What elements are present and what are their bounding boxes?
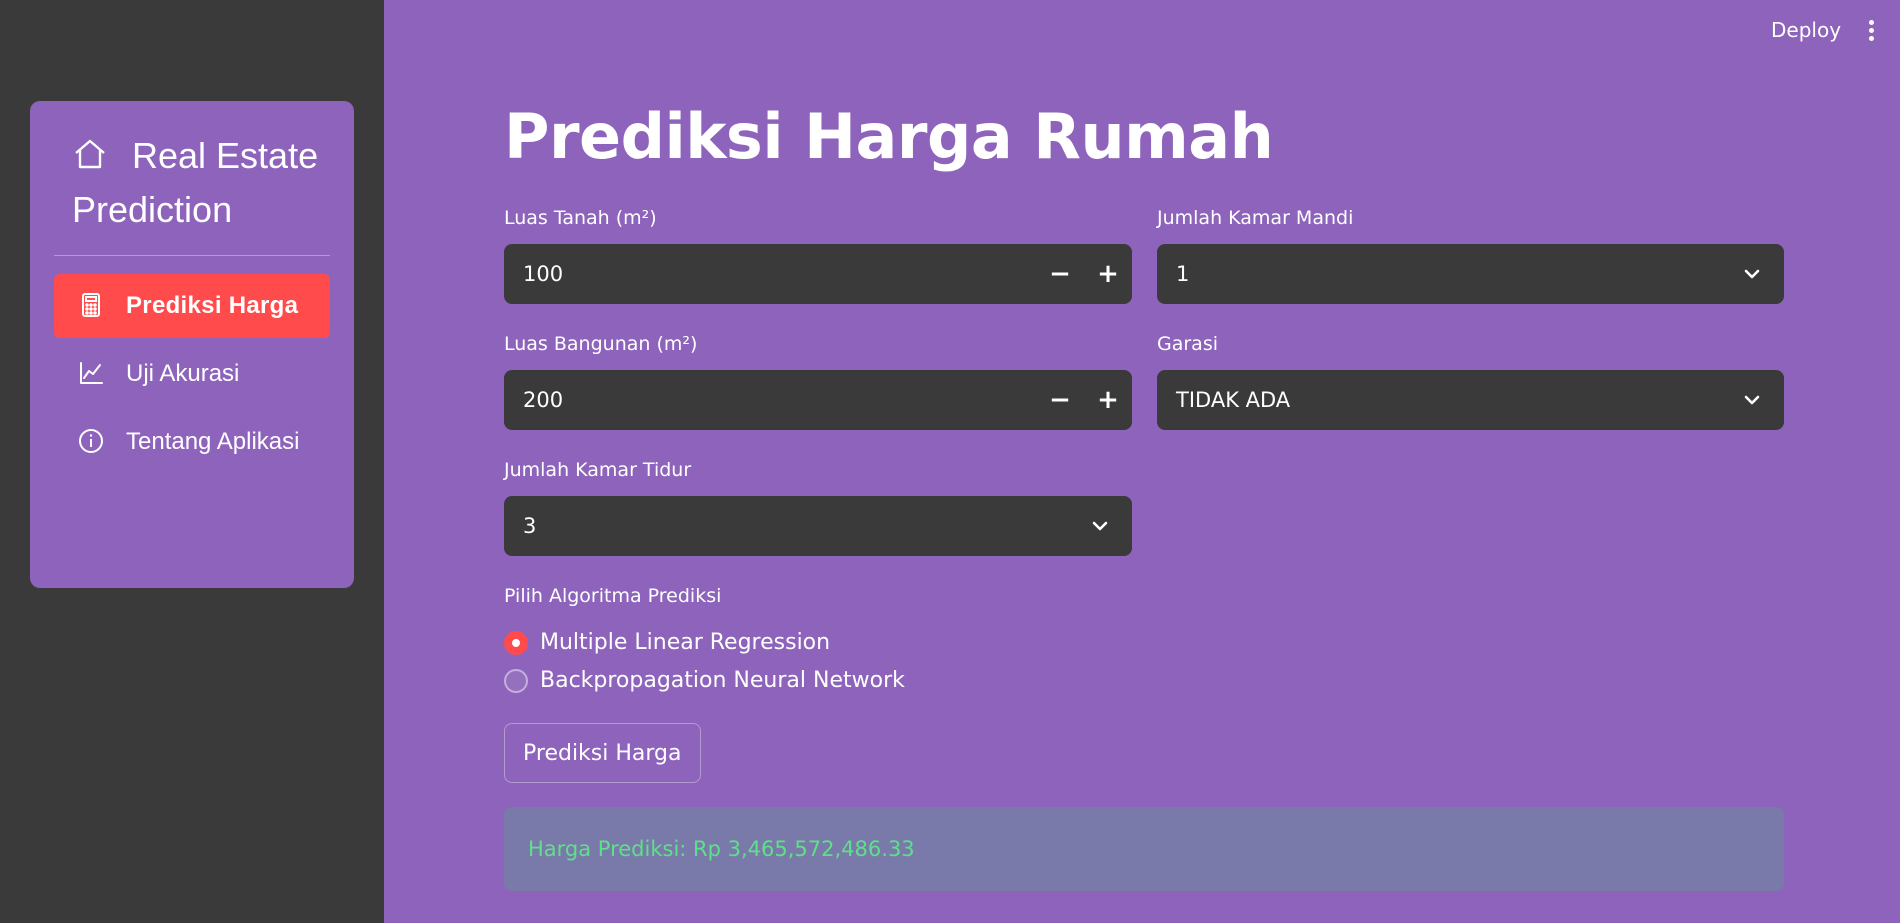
radio-backpropagation-neural-network[interactable]: Backpropagation Neural Network <box>504 668 905 693</box>
luas-bangunan-increment-button[interactable]: + <box>1084 370 1132 430</box>
sidebar-item-label: Prediksi Harga <box>126 292 299 319</box>
chevron-down-icon <box>1092 521 1108 531</box>
sidebar-item-label: Uji Akurasi <box>126 360 240 387</box>
main-content: Prediksi Harga Rumah Luas Tanah (m²) 100… <box>504 0 1784 923</box>
garasi-value: TIDAK ADA <box>1176 388 1291 412</box>
app-brand-title: Real Estate Prediction <box>72 135 319 230</box>
radio-option-label: Backpropagation Neural Network <box>540 668 905 693</box>
app-brand: Real Estate Prediction <box>54 129 330 237</box>
info-icon <box>79 429 103 453</box>
luas-tanah-decrement-button[interactable]: − <box>1036 244 1084 304</box>
sidebar-item-tentang-aplikasi[interactable]: Tentang Aplikasi <box>54 410 330 474</box>
kamar-tidur-value: 3 <box>523 514 537 538</box>
more-options-icon[interactable] <box>1864 20 1878 44</box>
luas-bangunan-label: Luas Bangunan (m²) <box>504 333 698 355</box>
sidebar-item-prediksi-harga[interactable]: Prediksi Harga <box>54 274 330 338</box>
sidebar-item-label: Tentang Aplikasi <box>126 428 300 455</box>
prediction-result-text: Harga Prediksi: Rp 3,465,572,486.33 <box>528 837 915 861</box>
luas-bangunan-decrement-button[interactable]: − <box>1036 370 1084 430</box>
luas-tanah-increment-button[interactable]: + <box>1084 244 1132 304</box>
line-chart-icon <box>80 362 103 384</box>
luas-bangunan-input[interactable]: 200 − + <box>504 370 1132 430</box>
kamar-tidur-select[interactable]: 3 <box>504 496 1132 556</box>
garasi-select[interactable]: TIDAK ADA <box>1157 370 1784 430</box>
kamar-tidur-label: Jumlah Kamar Tidur <box>504 459 692 481</box>
radio-multiple-linear-regression[interactable]: Multiple Linear Regression <box>504 630 830 655</box>
radio-unselected-icon[interactable] <box>504 668 528 693</box>
prediksi-harga-button[interactable]: Prediksi Harga <box>504 723 701 783</box>
sidebar: Real Estate Prediction Prediksi Harga Uj… <box>0 0 384 923</box>
prediction-result-alert: Harga Prediksi: Rp 3,465,572,486.33 <box>504 807 1784 891</box>
luas-tanah-input[interactable]: 100 − + <box>504 244 1132 304</box>
home-icon <box>75 139 105 169</box>
luas-tanah-label: Luas Tanah (m²) <box>504 207 657 229</box>
sidebar-divider <box>54 255 330 256</box>
chevron-down-icon <box>1744 395 1760 405</box>
calculator-icon <box>82 293 100 317</box>
sidebar-item-uji-akurasi[interactable]: Uji Akurasi <box>54 342 330 406</box>
kamar-mandi-select[interactable]: 1 <box>1157 244 1784 304</box>
radio-selected-icon[interactable] <box>504 630 528 655</box>
luas-bangunan-value[interactable]: 200 <box>504 388 1036 412</box>
luas-tanah-value[interactable]: 100 <box>504 262 1036 286</box>
kamar-mandi-value: 1 <box>1176 262 1190 286</box>
garasi-label: Garasi <box>1157 333 1218 355</box>
sidebar-menu-card: Real Estate Prediction Prediksi Harga Uj… <box>30 101 354 588</box>
algorithm-label: Pilih Algoritma Prediksi <box>504 585 722 607</box>
radio-option-label: Multiple Linear Regression <box>540 630 831 655</box>
kamar-mandi-label: Jumlah Kamar Mandi <box>1157 207 1354 229</box>
page-title: Prediksi Harga Rumah <box>504 100 1274 173</box>
chevron-down-icon <box>1744 269 1760 279</box>
